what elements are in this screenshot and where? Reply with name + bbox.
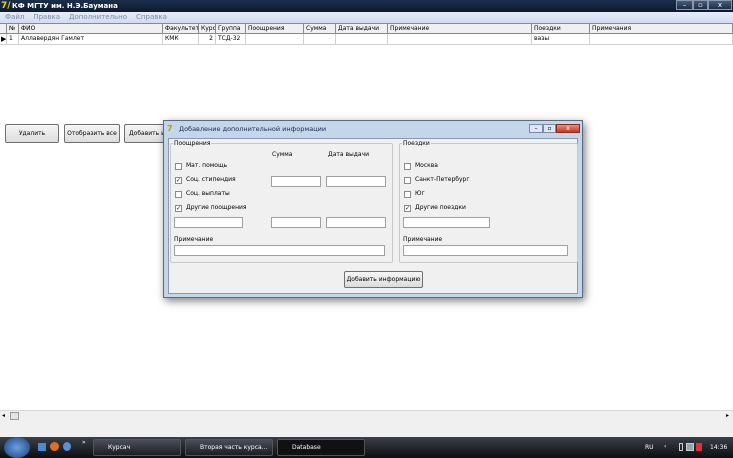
- checkbox[interactable]: ✓: [175, 205, 182, 212]
- sum-label: Сумма: [272, 151, 293, 158]
- table-cell[interactable]: 1: [7, 34, 19, 45]
- column-header[interactable]: Поощрения: [246, 23, 304, 34]
- sum-input-1[interactable]: [271, 176, 321, 187]
- date-input-2[interactable]: [326, 217, 386, 228]
- column-header[interactable]: Примечания: [590, 23, 733, 34]
- scroll-left-icon[interactable]: ◂: [2, 412, 5, 419]
- table-cell[interactable]: КМК: [163, 34, 199, 45]
- other-trips-input[interactable]: [403, 217, 490, 228]
- scroll-right-icon[interactable]: ▸: [726, 412, 729, 419]
- minimize-button[interactable]: –: [676, 0, 693, 10]
- task-database[interactable]: Database: [277, 439, 365, 456]
- trips-note-label: Примечание: [403, 236, 443, 243]
- maximize-button[interactable]: ▫: [693, 0, 708, 10]
- checkbox-label[interactable]: Юг: [415, 190, 425, 198]
- table-cell[interactable]: [246, 34, 304, 45]
- browser-icon[interactable]: [63, 442, 71, 451]
- network-icon[interactable]: [686, 443, 694, 451]
- table-cell[interactable]: ТСД-32: [216, 34, 246, 45]
- checkbox-label[interactable]: Соц. стипендия: [186, 176, 236, 184]
- checkbox[interactable]: [404, 191, 411, 198]
- date-label: Дата выдачи: [328, 151, 369, 158]
- row-indicator-icon[interactable]: ▶: [0, 34, 7, 45]
- checkbox[interactable]: ✓: [175, 177, 182, 184]
- checkbox-label[interactable]: Другие поощрения: [186, 204, 247, 212]
- dialog-maximize-button[interactable]: ▫: [543, 124, 556, 133]
- show-desktop-icon[interactable]: [38, 443, 46, 451]
- checkbox[interactable]: ✓: [404, 205, 411, 212]
- battery-icon[interactable]: [679, 443, 683, 451]
- column-header[interactable]: ФИО: [19, 23, 163, 34]
- checkbox[interactable]: [404, 177, 411, 184]
- status-area: [0, 421, 733, 437]
- dialog-minimize-button[interactable]: –: [529, 124, 543, 133]
- checkbox[interactable]: [175, 163, 182, 170]
- date-input-1[interactable]: [326, 176, 386, 187]
- language-indicator[interactable]: RU: [645, 444, 654, 451]
- dialog-icon: 7: [167, 124, 173, 133]
- table-cell[interactable]: [388, 34, 532, 45]
- checkbox[interactable]: [175, 191, 182, 198]
- firefox-icon[interactable]: [50, 442, 59, 451]
- task-word[interactable]: Вторая часть курса...: [185, 439, 273, 456]
- dialog-body: Поощрения Сумма Дата выдачи Мат. помощь ✓…: [168, 138, 578, 294]
- menu-file[interactable]: Файл: [5, 13, 24, 21]
- horizontal-scrollbar[interactable]: ◂ ▸: [0, 410, 733, 421]
- checkbox-label[interactable]: Соц. выплаты: [186, 190, 230, 198]
- column-header[interactable]: Группа: [216, 23, 246, 34]
- menu-help[interactable]: Справка: [136, 13, 167, 21]
- sum-input-2[interactable]: [271, 217, 321, 228]
- task-kursach[interactable]: Курсач: [93, 439, 181, 456]
- grid-corner: [0, 23, 7, 34]
- table-cell[interactable]: 2: [199, 34, 216, 45]
- app-icon: 7/: [1, 1, 11, 11]
- column-header[interactable]: Дата выдачи: [336, 23, 388, 34]
- start-button[interactable]: [4, 437, 30, 458]
- rewards-note-label: Примечание: [174, 236, 214, 243]
- other-rewards-input[interactable]: [174, 217, 243, 228]
- menu-edit[interactable]: Правка: [33, 13, 60, 21]
- clock[interactable]: 14:36: [710, 444, 727, 451]
- column-header[interactable]: Курс: [199, 23, 216, 34]
- table-cell[interactable]: вазы: [532, 34, 590, 45]
- window-title-bar: КФ МГТУ им. Н.Э.Баумана: [0, 0, 733, 12]
- window-title: КФ МГТУ им. Н.Э.Баумана: [12, 2, 118, 10]
- table-cell[interactable]: [336, 34, 388, 45]
- close-button[interactable]: x: [708, 0, 732, 10]
- submit-info-button[interactable]: Добавить информацию: [344, 271, 423, 288]
- checkbox-label[interactable]: Москва: [415, 162, 438, 170]
- column-header[interactable]: Факультет: [163, 23, 199, 34]
- checkbox[interactable]: [404, 163, 411, 170]
- add-info-dialog: 7 Добавление дополнительной информации –…: [163, 120, 583, 298]
- checkbox-label[interactable]: Другие поездки: [415, 204, 466, 212]
- rewards-note-input[interactable]: [174, 245, 385, 256]
- table-cell[interactable]: Аллавердян Гамлет: [19, 34, 163, 45]
- trips-note-input[interactable]: [403, 245, 568, 256]
- checkbox-label[interactable]: Санкт-Петербург: [415, 176, 469, 184]
- delete-button[interactable]: Удалить: [5, 124, 59, 143]
- show-all-button[interactable]: Отобразить все: [64, 124, 120, 143]
- tray-expand-icon[interactable]: ‹: [664, 443, 666, 450]
- more-icon[interactable]: »: [82, 439, 86, 446]
- taskbar: » Курсач Вторая часть курса... Database …: [0, 437, 733, 458]
- table-cell[interactable]: [590, 34, 733, 45]
- column-header[interactable]: Примечание: [388, 23, 532, 34]
- menu-bar: Файл Правка Дополнительно Справка: [0, 12, 733, 23]
- volume-icon[interactable]: [696, 443, 702, 451]
- dialog-title: Добавление дополнительной информации: [179, 125, 327, 133]
- menu-extra[interactable]: Дополнительно: [69, 13, 127, 21]
- column-header[interactable]: Поездки: [532, 23, 590, 34]
- trips-legend: Поездки: [402, 140, 431, 147]
- scroll-thumb[interactable]: [10, 412, 19, 420]
- column-header[interactable]: Сумма: [304, 23, 336, 34]
- checkbox-label[interactable]: Мат. помощь: [186, 162, 227, 170]
- dialog-close-button[interactable]: x: [556, 124, 580, 133]
- rewards-legend: Поощрения: [173, 140, 212, 147]
- table-cell[interactable]: [304, 34, 336, 45]
- column-header[interactable]: №: [7, 23, 19, 34]
